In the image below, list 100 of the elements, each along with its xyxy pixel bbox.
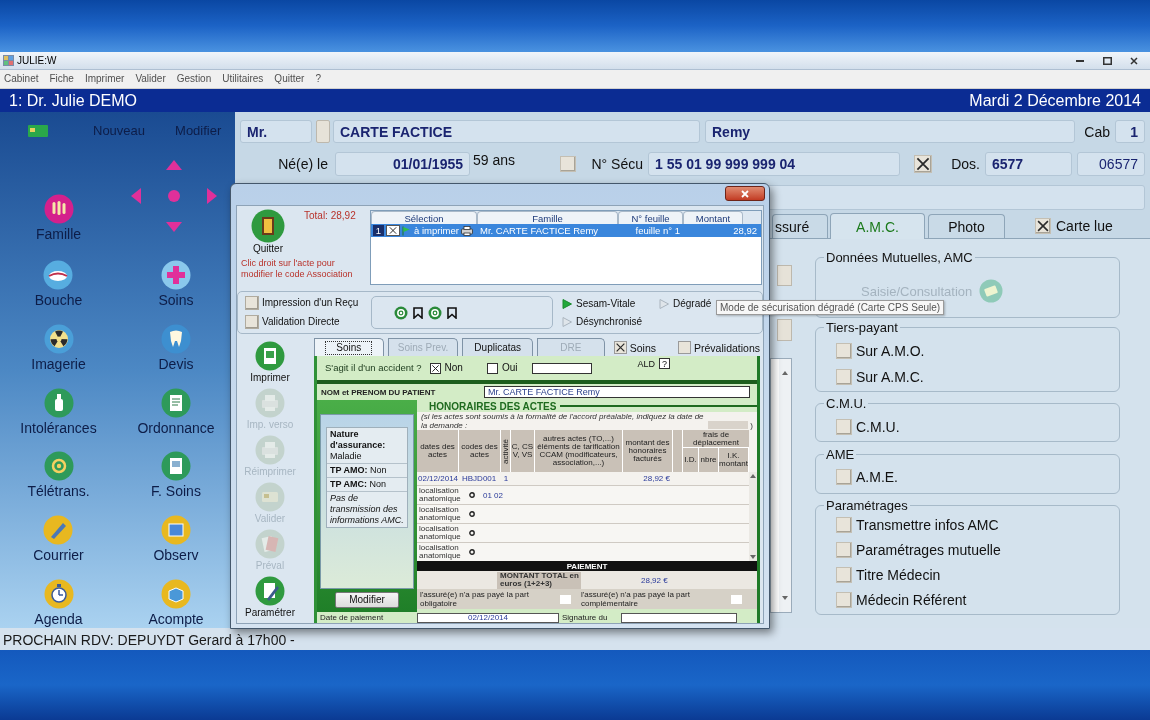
ald-field[interactable]: ? — [659, 358, 670, 369]
sidebar-item[interactable]: Agenda — [34, 579, 83, 628]
sidebar-item[interactable]: Soins — [158, 260, 194, 309]
sidebar-item[interactable]: Observ — [153, 515, 199, 565]
checkbox[interactable] — [678, 341, 692, 354]
insurance-note: Pas de transmission des informations AMC. — [329, 492, 405, 527]
checkbox-label: C.M.U. — [856, 419, 900, 435]
checkbox[interactable] — [836, 469, 852, 485]
checkbox[interactable] — [1035, 218, 1051, 234]
sidebar-item[interactable]: Télétrans. — [27, 451, 90, 501]
checkbox[interactable] — [486, 362, 498, 374]
tooltip: Mode de sécurisation dégradé (Carte CPS Seule) — [716, 300, 945, 315]
menu-item[interactable]: Valider — [135, 73, 166, 85]
checkbox[interactable] — [245, 315, 259, 329]
tab[interactable]: Duplicatas — [462, 338, 534, 356]
column-header[interactable]: Famille — [477, 211, 618, 224]
checkbox[interactable] — [560, 156, 576, 172]
field-label: Cab — [1084, 123, 1110, 140]
quit-button[interactable]: Quitter — [240, 209, 296, 255]
tab[interactable]: A.M.C. — [830, 213, 925, 239]
checkbox[interactable] — [836, 567, 852, 583]
bookmark-icon[interactable] — [447, 306, 457, 319]
modify-button[interactable]: Modifier — [335, 592, 399, 608]
scrollbar[interactable] — [779, 359, 791, 612]
signature-field[interactable] — [621, 612, 737, 623]
small-button[interactable] — [777, 319, 792, 341]
bookmark-icon[interactable] — [413, 306, 423, 319]
file-code-field[interactable]: 06577 — [1077, 152, 1145, 176]
input-field[interactable] — [708, 421, 749, 429]
field-label: NOM et PRENOM DU PATIENT — [320, 387, 437, 397]
scrollbar[interactable] — [749, 472, 757, 561]
option-label: Non — [444, 362, 463, 374]
dot-icon[interactable] — [168, 189, 180, 202]
input-field[interactable] — [531, 362, 592, 374]
up-arrow-icon[interactable] — [782, 371, 788, 375]
toolbar-button[interactable]: Paramétrer — [245, 576, 295, 619]
card-icon — [28, 124, 48, 137]
table-cell-text: Mr. CARTE FACTICE Remy — [479, 225, 600, 236]
checkbox[interactable] — [613, 341, 627, 354]
tab[interactable]: Photo — [928, 214, 1005, 238]
title-field[interactable]: Mr. — [240, 120, 312, 143]
menu-item[interactable]: Utilitaires — [222, 73, 264, 85]
list-row[interactable]: 1 à imprimer Mr. CARTE FACTICE Remy feuille n° 1 28,92 — [371, 224, 761, 237]
sidebar-item[interactable]: Intolérances — [20, 387, 97, 437]
patient-name-field[interactable]: Mr. CARTE FACTICE Remy — [484, 386, 750, 398]
checkbox[interactable] — [836, 419, 852, 435]
menu-item[interactable]: ? — [315, 73, 321, 85]
checkbox[interactable] — [836, 592, 852, 608]
picker-button[interactable] — [316, 120, 330, 143]
field-label: Né(e) le — [277, 156, 329, 172]
menu-item[interactable]: Imprimer — [84, 73, 125, 85]
close-button[interactable] — [725, 186, 765, 201]
sidebar-item[interactable]: Ordonnance — [137, 387, 215, 437]
small-button[interactable] — [777, 265, 792, 286]
column-header: autres actes (TO,...) éléments de tarification CCAM (modificateurs, association,...) — [536, 435, 621, 467]
last-name-field[interactable]: CARTE FACTICE — [333, 120, 700, 143]
checkbox[interactable] — [914, 155, 932, 173]
cab-field[interactable]: 1 — [1115, 120, 1145, 143]
sidebar-item[interactable]: Acompte — [148, 579, 204, 628]
tab[interactable]: ssuré — [772, 214, 828, 238]
play-icon[interactable] — [659, 298, 669, 309]
right-arrow-icon[interactable] — [207, 187, 217, 204]
checkbox[interactable] — [836, 542, 852, 558]
menu-item[interactable]: Fiche — [49, 73, 74, 85]
sidebar-item[interactable]: Imagerie — [31, 323, 86, 373]
menu-item[interactable]: Cabinet — [4, 73, 39, 85]
target-icon[interactable] — [428, 305, 442, 320]
column-header[interactable]: Sélection — [371, 211, 477, 224]
secu-number-field[interactable]: 1 55 01 99 999 999 04 — [648, 152, 900, 176]
sidebar-item[interactable]: Courrier — [33, 515, 84, 565]
column-header[interactable]: Montant — [683, 211, 743, 224]
sidebar-item[interactable]: Devis — [158, 323, 194, 373]
checkbox[interactable] — [386, 225, 400, 236]
left-arrow-icon[interactable] — [131, 187, 141, 204]
column-header[interactable]: N° feuille — [618, 211, 683, 224]
play-icon[interactable] — [562, 298, 572, 309]
checkbox[interactable] — [836, 343, 852, 359]
checkbox[interactable] — [836, 369, 852, 385]
menu-item[interactable]: Gestion — [176, 73, 212, 85]
play-icon[interactable] — [562, 316, 572, 327]
checkbox[interactable] — [731, 594, 742, 604]
checkbox[interactable] — [836, 517, 852, 533]
target-icon[interactable] — [394, 305, 408, 320]
menu-item[interactable]: Quitter — [274, 73, 305, 85]
checkbox[interactable] — [429, 362, 441, 374]
checkbox[interactable] — [245, 296, 259, 310]
sidebar-item[interactable]: Bouche — [34, 260, 83, 309]
sidebar-item[interactable]: F. Soins — [151, 451, 201, 501]
payment-date-field[interactable]: 02/12/2014 — [417, 612, 559, 623]
tab[interactable]: Soins — [314, 338, 384, 356]
total-label: MONTANT TOTAL en euros (1+2+3) — [497, 571, 581, 589]
first-name-field[interactable]: Remy — [705, 120, 1075, 143]
checkbox[interactable] — [560, 594, 571, 604]
birth-date-field[interactable]: 01/01/1955 — [335, 152, 470, 176]
up-arrow-icon[interactable] — [750, 474, 756, 478]
toolbar-button[interactable]: Imprimer — [250, 341, 290, 384]
field-label: Dos. — [950, 156, 981, 172]
down-arrow-icon[interactable] — [750, 555, 756, 559]
file-number-field[interactable]: 6577 — [985, 152, 1072, 176]
down-arrow-icon[interactable] — [782, 596, 788, 600]
